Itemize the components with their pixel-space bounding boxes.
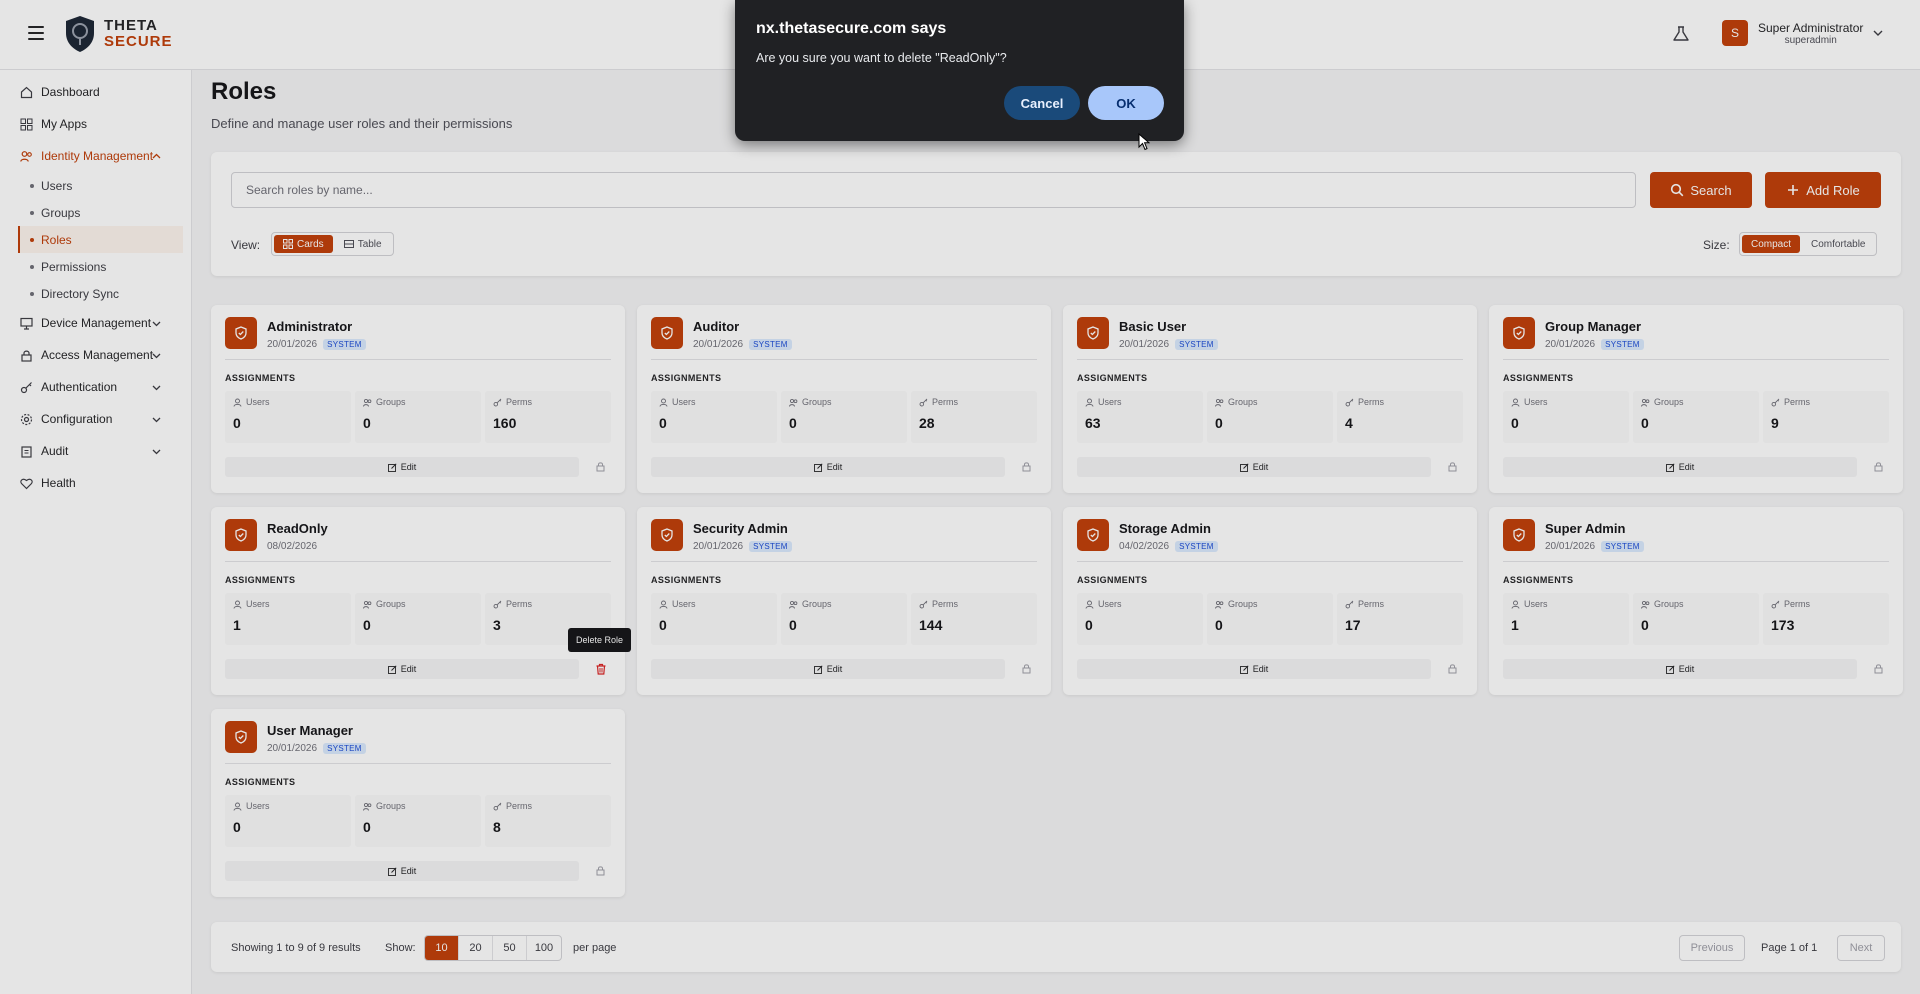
- dialog-message: Are you sure you want to delete "ReadOnl…: [756, 51, 1007, 65]
- modal-overlay: [0, 0, 1920, 994]
- dialog-title: nx.thetasecure.com says: [756, 20, 947, 37]
- cancel-button[interactable]: Cancel: [1004, 86, 1080, 120]
- mouse-cursor-icon: [1138, 133, 1150, 151]
- ok-button[interactable]: OK: [1088, 86, 1164, 120]
- confirm-dialog: nx.thetasecure.com says Are you sure you…: [735, 0, 1184, 141]
